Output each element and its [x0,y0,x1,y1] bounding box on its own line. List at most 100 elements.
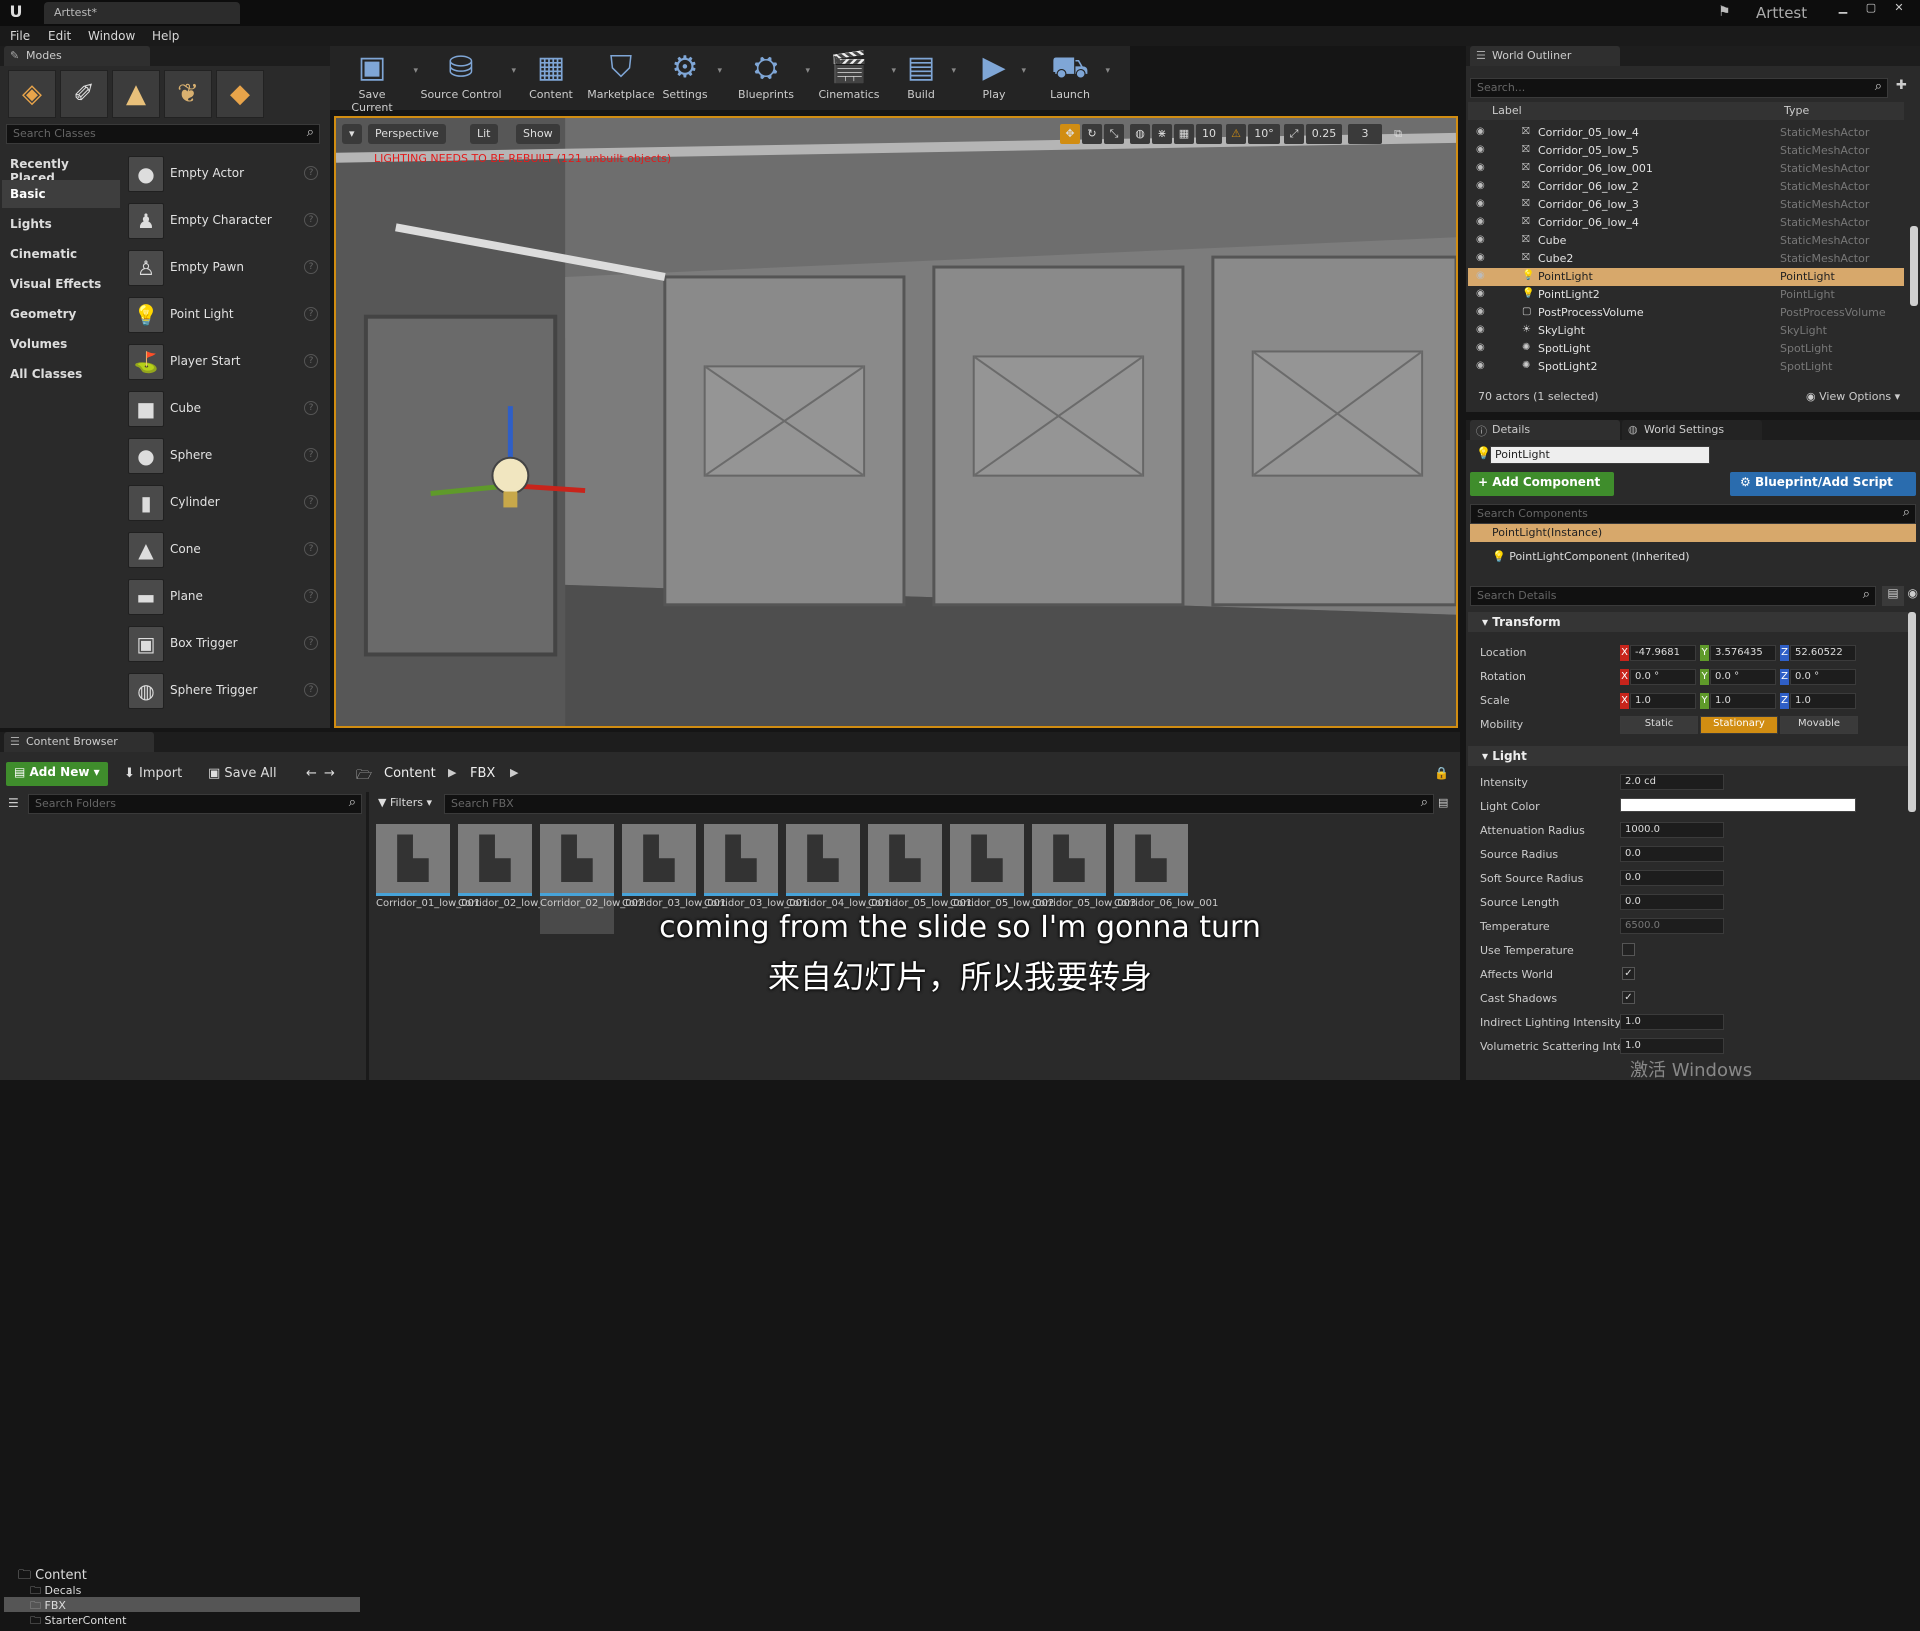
geometry-mode-icon[interactable]: ◆ [216,70,264,118]
document-tab[interactable]: Arttest* [44,2,240,24]
outliner-row[interactable]: ◉ 💡 PointLight PointLight [1468,268,1904,286]
eye-icon[interactable]: ◉ [1476,126,1485,137]
view-options-button[interactable]: ◉ View Options ▾ [1806,390,1900,403]
eye-icon[interactable]: ◉ [1476,288,1485,299]
help-icon[interactable]: ? [304,542,318,556]
help-icon[interactable]: ? [304,166,318,180]
search-classes-input[interactable]: Search Classes ⌕ [6,124,320,144]
component-child-row[interactable]: 💡 PointLightComponent (Inherited) [1492,550,1690,563]
outliner-row[interactable]: ◉ ✺ SpotLight SpotLight [1468,340,1904,358]
add-new-button[interactable]: ▤ Add New ▾ [6,762,108,786]
help-icon[interactable]: ? [304,448,318,462]
outliner-row[interactable]: ◉ ☀ SkyLight SkyLight [1468,322,1904,340]
surface-snap-icon[interactable]: ⋇ [1152,124,1172,144]
outliner-row[interactable]: ◉ ⛝ Corridor_06_low_3 StaticMeshActor [1468,196,1904,214]
help-icon[interactable]: ? [304,307,318,321]
mobility-stationary-button[interactable]: Stationary [1700,716,1778,734]
actor-name-field[interactable]: PointLight [1490,446,1710,464]
tab-content-browser[interactable]: ☰ Content Browser [4,732,154,752]
help-icon[interactable]: ? [304,401,318,415]
menu-file[interactable]: File [10,29,30,43]
source-control-button[interactable]: ⛁ Source Control ▾ [418,46,516,108]
tab-world-settings[interactable]: ◍ World Settings [1622,420,1762,440]
search-components-input[interactable]: Search Components ⌕ [1470,504,1916,524]
outliner-row[interactable]: ◉ ⛝ Corridor_05_low_5 StaticMeshActor [1468,142,1904,160]
outliner-row[interactable]: ◉ ✺ SpotLight2 SpotLight [1468,358,1904,376]
eye-icon[interactable]: ◉ [1476,270,1485,281]
scale-x-field[interactable]: 1.0 [1630,693,1696,709]
save-all-button[interactable]: ▣ Save All [208,766,277,781]
help-icon[interactable]: ? [304,589,318,603]
world-space-icon[interactable]: ◍ [1130,124,1150,144]
category-cinematic[interactable]: Cinematic [2,240,120,268]
cinematics-button[interactable]: 🎬 Cinematics ▾ [814,46,896,108]
class-item-sphere-trigger[interactable]: ◍ Sphere Trigger? [124,669,324,713]
history-icon[interactable]: ▤ [1438,796,1448,809]
maximize-button[interactable]: ▢ [1858,0,1884,16]
place-mode-icon[interactable]: ◈ [8,70,56,118]
eye-icon[interactable]: ◉ [1476,162,1485,173]
dropdown-arrow-icon[interactable]: ▾ [891,66,896,76]
category-lights[interactable]: Lights [2,210,120,238]
folder-decals[interactable]: 🗀 Decals [4,1582,360,1597]
scale-label[interactable]: Scale [1480,694,1510,707]
menu-edit[interactable]: Edit [48,29,71,43]
class-item-cube[interactable]: ■ Cube? [124,387,324,431]
import-button[interactable]: ⬇ Import [124,766,182,781]
dropdown-arrow-icon[interactable]: ▾ [511,66,516,76]
search-fbx-input[interactable]: Search FBX ⌕ [444,794,1434,814]
perspective-button[interactable]: Perspective [368,124,446,144]
asset-tile[interactable]: ▙ Corridor_02_low_001 [458,824,562,934]
help-icon[interactable]: ? [304,260,318,274]
help-icon[interactable]: ? [304,213,318,227]
prop-attenuation-radius-field[interactable]: 1000.0 [1620,822,1724,838]
tab-world-outliner[interactable]: ☰ World Outliner [1470,46,1620,66]
category-recently-placed[interactable]: Recently Placed [2,150,120,185]
rotation-label[interactable]: Rotation [1480,670,1526,683]
visibility-eye-icon[interactable]: ◉ [1888,586,1918,606]
rotate-icon[interactable]: ↻ [1082,124,1102,144]
component-instance-row[interactable]: PointLight(Instance) [1470,524,1916,542]
landscape-mode-icon[interactable]: ▲ [112,70,160,118]
column-type[interactable]: Type [1784,104,1809,117]
menu-help[interactable]: Help [152,29,179,43]
eye-icon[interactable]: ◉ [1476,252,1485,263]
location-y-field[interactable]: 3.576435 [1710,645,1776,661]
build-button[interactable]: ▤ Build ▾ [898,46,956,108]
breadcrumb-fbx[interactable]: FBX [470,766,495,781]
tab-modes[interactable]: ✎ Modes [4,46,150,66]
foliage-mode-icon[interactable]: ❦ [164,70,212,118]
dropdown-arrow-icon[interactable]: ▾ [951,66,956,76]
prop-soft-source-radius-field[interactable]: 0.0 [1620,870,1724,886]
class-item-cone[interactable]: ▲ Cone? [124,528,324,572]
category-geometry[interactable]: Geometry [2,300,120,328]
blueprint-add-script-button[interactable]: ⚙ Blueprint/Add Script [1730,472,1916,496]
mobility-static-button[interactable]: Static [1620,716,1698,734]
column-label[interactable]: Label [1492,104,1522,117]
dropdown-arrow-icon[interactable]: ▾ [717,66,722,76]
forward-arrow-icon[interactable]: → [324,766,335,781]
eye-icon[interactable]: ◉ [1476,342,1485,353]
outliner-row[interactable]: ◉ ⛝ Cube2 StaticMeshActor [1468,250,1904,268]
help-icon[interactable]: ? [304,636,318,650]
eye-icon[interactable]: ◉ [1476,324,1485,335]
lit-button[interactable]: Lit [470,124,498,144]
category-all-classes[interactable]: All Classes [2,360,120,388]
eye-icon[interactable]: ◉ [1476,144,1485,155]
prop-source-length-field[interactable]: 0.0 [1620,894,1724,910]
eye-icon[interactable]: ◉ [1476,360,1485,371]
eye-icon[interactable]: ◉ [1476,216,1485,227]
show-button[interactable]: Show [516,124,560,144]
prop-source-radius-field[interactable]: 0.0 [1620,846,1724,862]
dropdown-arrow-icon[interactable]: ▾ [1021,66,1026,76]
add-component-button[interactable]: + Add Component [1470,472,1614,496]
category-basic[interactable]: Basic [2,180,120,208]
prop-use-temperature-checkbox[interactable] [1622,943,1635,956]
mobility-movable-button[interactable]: Movable [1780,716,1858,734]
rotation-snap-value[interactable]: 10° [1248,124,1280,144]
flag-icon[interactable]: ⚑ [1718,4,1736,22]
class-item-empty-pawn[interactable]: ♙ Empty Pawn? [124,246,324,290]
prop-affects-world-checkbox[interactable]: ✓ [1622,967,1635,980]
lock-icon[interactable]: 🔒 [1434,766,1449,780]
light-color-swatch[interactable] [1620,798,1856,812]
